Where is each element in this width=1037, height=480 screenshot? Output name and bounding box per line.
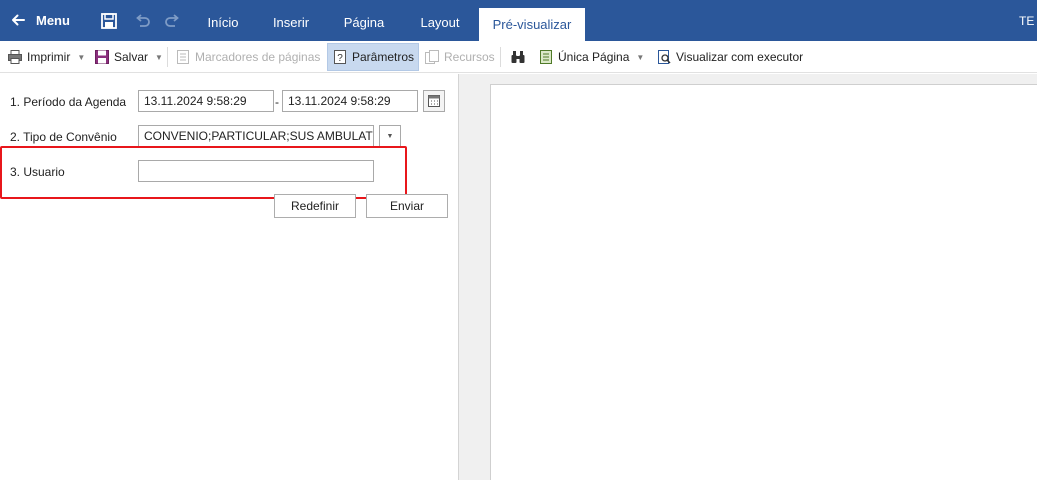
menu-label: Menu [36,12,70,28]
parameters-label: Parâmetros [352,50,415,64]
resources-label: Recursos [444,50,495,64]
tab-pre-visualizar[interactable]: Pré-visualizar [479,8,585,41]
submit-button[interactable]: Enviar [366,194,448,218]
period-label: 1. Período da Agenda [10,95,127,109]
tab-pagina[interactable]: Página [334,8,394,41]
agreement-field[interactable]: CONVENIO;PARTICULAR;SUS AMBULATORIAL [138,125,374,147]
agreement-dropdown-button[interactable]: ▼ [379,125,401,147]
svg-text:?: ? [337,53,343,64]
chevron-down-icon[interactable]: ▼ [77,53,85,62]
print-label: Imprimir [27,50,71,64]
binoculars-icon [511,51,525,63]
view-with-executor-label: Visualizar com executor [676,50,804,64]
print-button[interactable]: Imprimir ▼ [3,43,89,71]
preview-toolbar: Imprimir ▼ Salvar ▼ Marcadores de página… [0,41,1037,73]
redo-icon[interactable] [164,12,182,30]
parameters-icon: ? [334,50,346,64]
printer-icon [8,50,22,64]
chevron-down-icon[interactable]: ▼ [155,53,163,62]
tab-inicio[interactable]: Início [196,8,250,41]
view-with-executor-button[interactable]: Visualizar com executor [652,43,807,71]
period-from-field[interactable]: 13.11.2024 9:58:29 [138,90,274,112]
page-icon [540,50,552,64]
agreement-label: 2. Tipo de Convênio [10,130,117,144]
resources-button[interactable]: Recursos [420,43,499,71]
save-quick-icon[interactable] [100,12,118,30]
reset-button[interactable]: Redefinir [274,194,356,218]
toolbar-separator [500,47,501,67]
highlight-box [0,146,407,199]
period-to-field[interactable]: 13.11.2024 9:58:29 [282,90,418,112]
floppy-disk-icon [95,50,109,64]
resources-icon [425,50,439,64]
tab-layout[interactable]: Layout [410,8,470,41]
menu-button[interactable]: Menu [10,9,70,31]
calendar-icon [428,95,440,107]
calendar-button[interactable] [423,90,445,112]
back-arrow-icon [12,14,25,26]
undo-icon[interactable] [133,12,151,30]
find-button[interactable] [506,43,530,71]
ribbon-bar: Menu Início Inserir Página Layout Pré-vi… [0,0,1037,41]
toolbar-separator [167,47,168,67]
save-label: Salvar [114,50,149,64]
chevron-down-icon[interactable]: ▼ [636,53,644,62]
chevron-down-icon: ▼ [386,132,394,140]
bookmarks-button[interactable]: Marcadores de páginas [171,43,324,71]
single-page-button[interactable]: Única Página ▼ [534,43,648,71]
preview-icon [658,50,671,64]
tab-inserir[interactable]: Inserir [262,8,320,41]
single-page-label: Única Página [558,50,630,64]
truncated-tab-label: TE [1019,14,1035,28]
preview-page [490,84,1037,480]
period-separator: - [275,95,279,109]
bookmarks-icon [177,50,189,64]
parameters-button[interactable]: ? Parâmetros [327,43,420,71]
save-button[interactable]: Salvar ▼ [90,43,167,71]
bookmarks-label: Marcadores de páginas [195,50,321,64]
